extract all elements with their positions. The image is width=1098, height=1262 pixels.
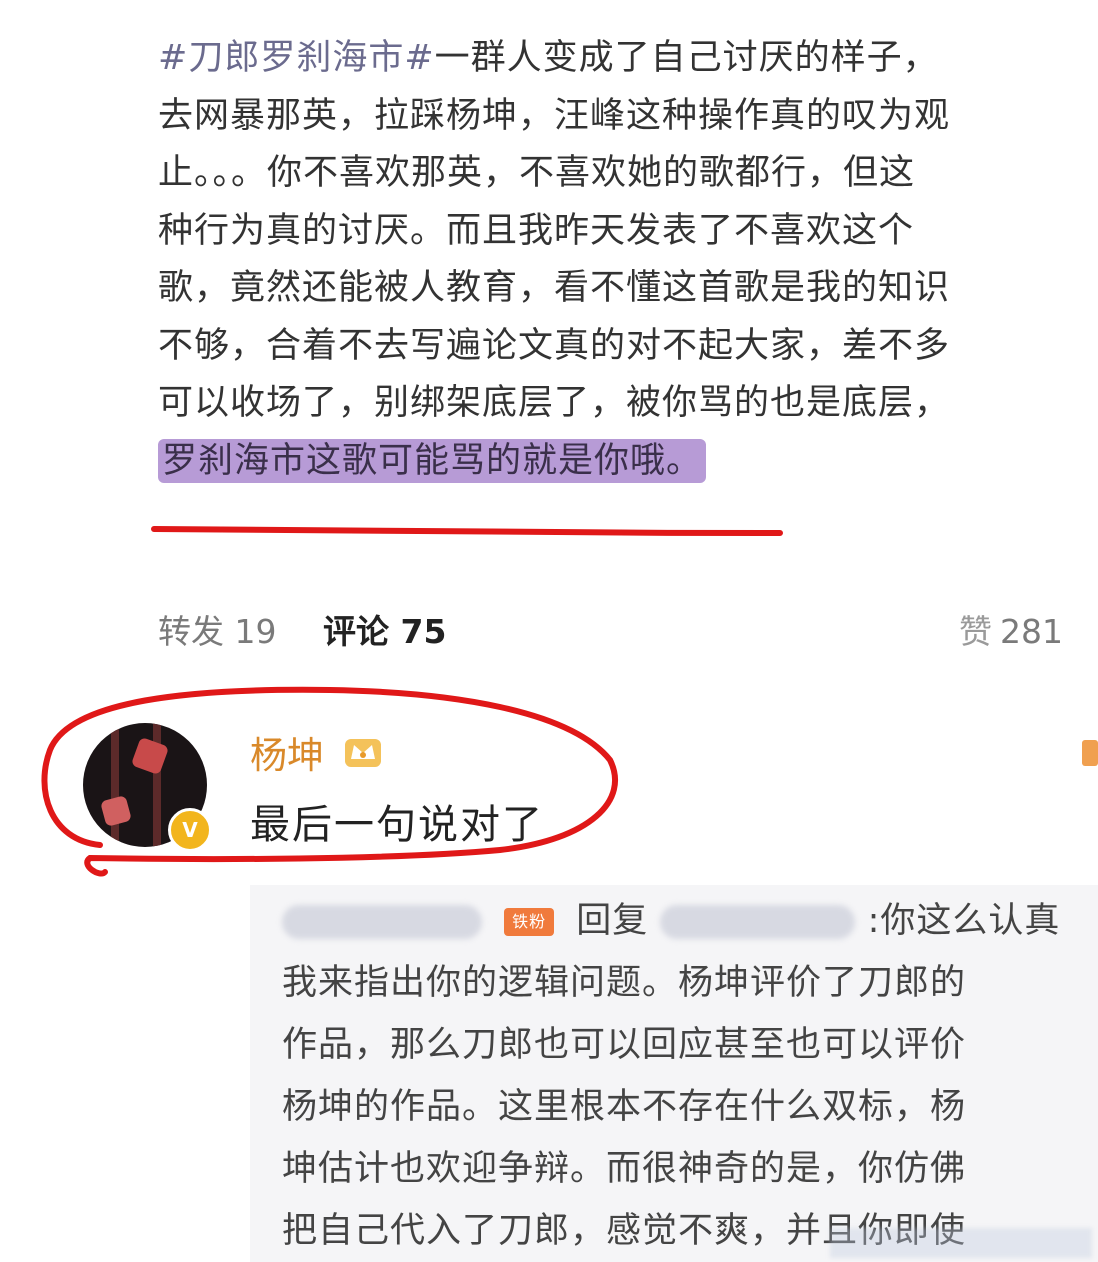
post-action-bar: 转发 19 评论 75 赞 281 <box>158 605 1063 655</box>
post-line: 种行为真的讨厌。而且我昨天发表了不喜欢这个 <box>158 210 915 251</box>
hashtag-link[interactable]: #刀郎罗刹海市# <box>158 38 435 78</box>
post-line: #刀郎罗刹海市#一群人变成了自己讨厌的样子， <box>158 38 939 78</box>
comment-tab[interactable]: 评论 75 <box>323 605 446 653</box>
sub-reply-line: 杨坤的作品。这里根本不存在什么双标，杨 <box>282 1087 967 1127</box>
post-line: 歌，竟然还能被人教育，看不懂这首歌是我的知识 <box>158 268 951 308</box>
commenter-name[interactable]: 杨坤 <box>250 725 324 779</box>
reply-word: 回复 <box>576 901 649 941</box>
like-icon: 赞 <box>959 612 992 651</box>
post-line: 不够，合着不去写遍论文真的对不起大家，差不多 <box>158 325 951 366</box>
sub-reply-header: 铁粉 回复 :你这么认真 <box>282 890 1082 952</box>
post-line: 去网暴那英，拉踩杨坤，汪峰这种操作真的叹为观 <box>158 95 951 136</box>
watermark <box>830 1228 1092 1258</box>
highlighted-sentence: 罗刹海市这歌可能骂的就是你哦。 <box>158 438 707 483</box>
red-underline-annotation <box>151 526 783 536</box>
sub-reply-line: 作品，那么刀郎也可以回应甚至也可以评价 <box>282 1025 967 1065</box>
blurred-username <box>282 905 482 939</box>
crown-icon <box>345 739 381 767</box>
sub-reply-lead: :你这么认真 <box>867 901 1061 941</box>
sub-reply-line: 我来指出你的逻辑问题。杨坤评价了刀郎的 <box>282 963 967 1003</box>
post-line: 可以收场了，别绑架底层了，被你骂的也是底层， <box>158 383 951 423</box>
blurred-reply-target <box>660 905 856 939</box>
like-count: 281 <box>1000 612 1063 651</box>
sub-reply-body: 铁粉 回复 :你这么认真 我来指出你的逻辑问题。杨坤评价了刀郎的 作品，那么刀郎… <box>282 890 1082 1262</box>
like-button[interactable]: 赞 281 <box>959 605 1063 653</box>
sub-reply-line: 坤估计也欢迎争辩。而很神奇的是，你仿佛 <box>282 1149 967 1189</box>
level-badge-icon: 铁粉 <box>504 908 555 936</box>
post-highlight-line: 罗刹海市这歌可能骂的就是你哦。 <box>158 433 1068 491</box>
post-body: #刀郎罗刹海市#一群人变成了自己讨厌的样子， 去网暴那英，拉踩杨坤，汪峰这种操作… <box>158 30 1068 490</box>
avatar-art <box>100 795 132 827</box>
avatar-art <box>130 736 170 776</box>
repost-button[interactable]: 转发 19 <box>158 605 276 653</box>
post-line: 止。。。你不喜欢那英，不喜欢她的歌都行，但这 <box>158 153 916 193</box>
comment-text: 最后一句说对了 <box>250 802 544 848</box>
verified-badge-icon: V <box>168 808 212 852</box>
edge-badge <box>1082 740 1098 766</box>
avatar-art <box>111 723 119 847</box>
